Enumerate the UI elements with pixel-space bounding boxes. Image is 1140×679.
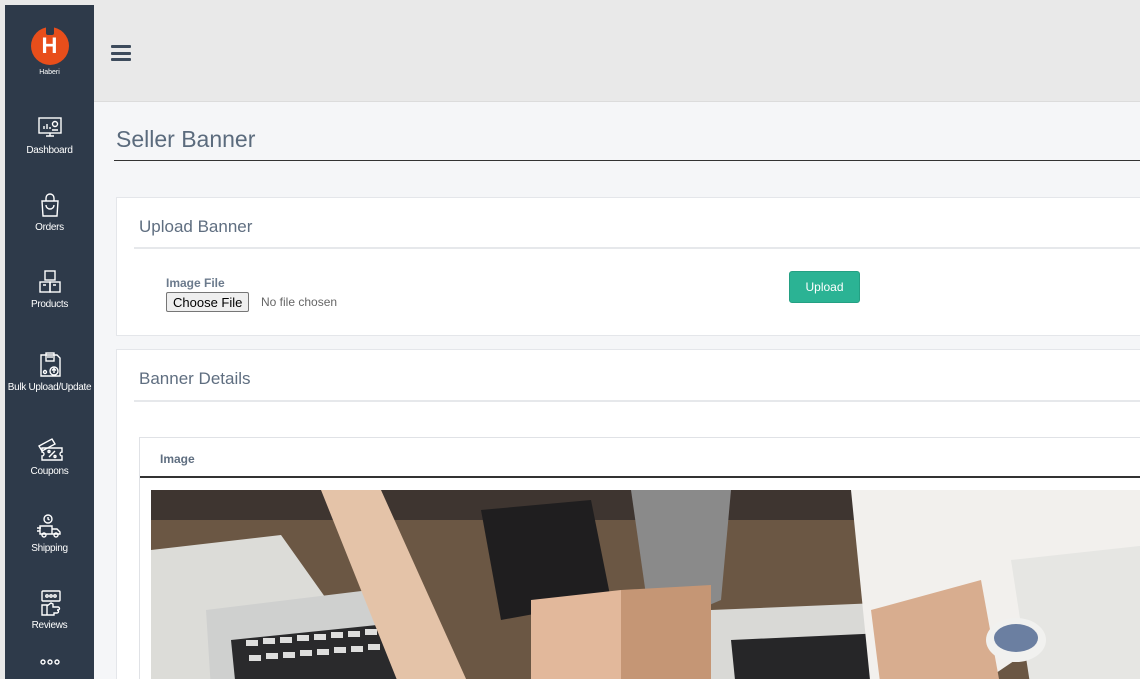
title-divider — [114, 160, 1140, 161]
sidebar-item-reviews[interactable]: Reviews — [5, 572, 94, 649]
top-bar — [94, 5, 1140, 102]
banner-table: Image — [139, 437, 1140, 679]
banner-image — [151, 490, 1140, 679]
file-status-text: No file chosen — [261, 295, 338, 309]
brand-name: Haberi — [39, 68, 60, 76]
sidebar-item-dashboard[interactable]: Dashboard — [5, 97, 94, 174]
sidebar-item-label: Dashboard — [26, 144, 73, 156]
details-card-title: Banner Details — [139, 369, 251, 388]
reviews-icon — [36, 589, 64, 616]
main-content: Seller Banner Upload Banner Image File C… — [94, 102, 1140, 679]
banner-details-card: Banner Details Image — [116, 349, 1140, 679]
sidebar-item-shipping[interactable]: Shipping — [5, 495, 94, 572]
choose-file-button[interactable]: Choose File — [166, 292, 250, 312]
bulk-upload-icon — [36, 352, 64, 378]
menu-toggle-icon[interactable] — [111, 45, 131, 61]
image-file-label: Image File — [166, 276, 225, 290]
more-icon — [36, 649, 64, 675]
table-header: Image — [140, 438, 1140, 478]
sidebar-item-label: Shipping — [31, 542, 68, 554]
sidebar-item-label: Bulk Upload/Update — [7, 382, 92, 393]
card-divider — [134, 400, 1140, 402]
shopping-bag-icon — [36, 192, 64, 218]
coupon-icon — [36, 436, 64, 462]
column-header-image: Image — [160, 452, 195, 466]
logo-icon: H — [30, 22, 69, 65]
boxes-icon — [36, 269, 64, 295]
sidebar: H Haberi Dashboard Orders Products Bulk … — [5, 5, 94, 679]
upload-banner-card: Upload Banner Image File Choose File No … — [116, 197, 1140, 336]
card-divider — [134, 247, 1140, 249]
sidebar-item-orders[interactable]: Orders — [5, 174, 94, 251]
sidebar-item-coupons[interactable]: Coupons — [5, 418, 94, 495]
page-title: Seller Banner — [116, 126, 256, 152]
sidebar-item-products[interactable]: Products — [5, 251, 94, 328]
sidebar-item-label: Orders — [35, 221, 64, 233]
shipping-icon — [36, 513, 64, 539]
upload-button[interactable]: Upload — [789, 271, 860, 303]
sidebar-item-label: Coupons — [30, 465, 69, 477]
sidebar-item-label: Products — [30, 298, 69, 310]
sidebar-item-bulk-upload[interactable]: Bulk Upload/Update — [5, 328, 94, 418]
sidebar-item-label: Reviews — [31, 619, 68, 631]
dashboard-icon — [36, 115, 64, 141]
upload-card-title: Upload Banner — [139, 217, 253, 236]
brand-logo[interactable]: H Haberi — [5, 5, 94, 97]
sidebar-item-more[interactable] — [5, 649, 94, 679]
